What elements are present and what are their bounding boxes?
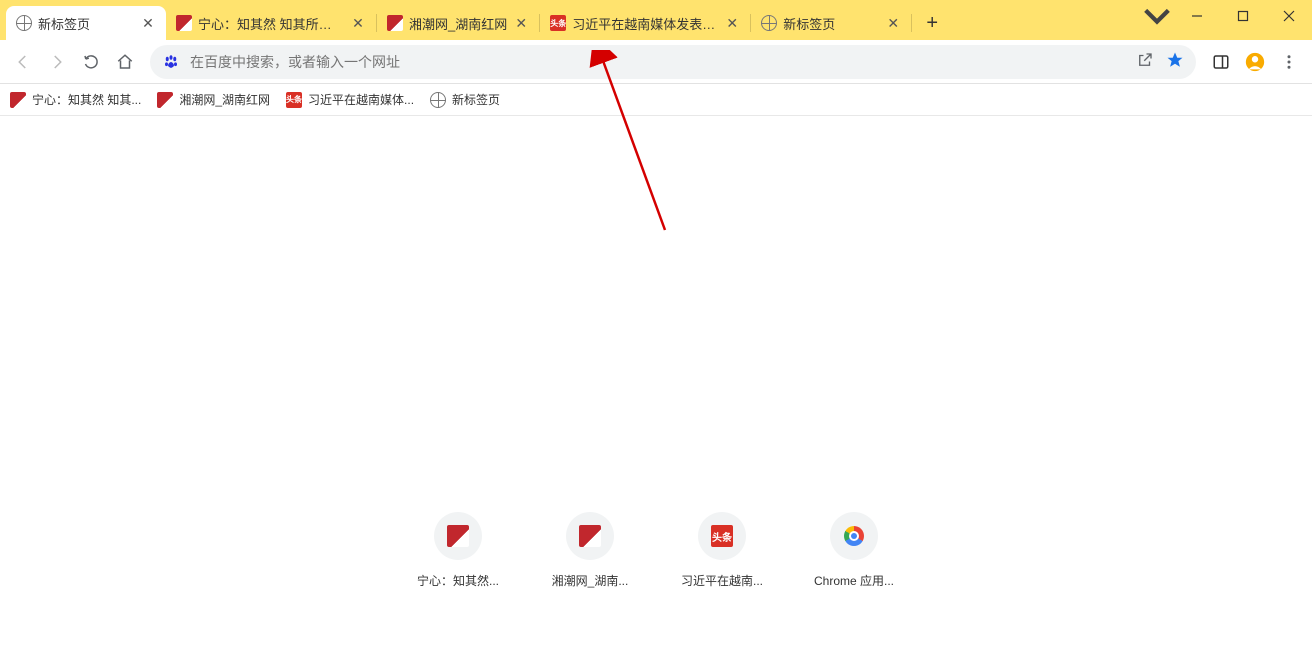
site-icon: 头条 — [710, 524, 734, 548]
bookmark-item[interactable]: 新标签页 — [430, 91, 500, 108]
globe-icon — [16, 15, 32, 31]
address-bar[interactable] — [150, 45, 1196, 79]
shortcut-item[interactable]: 湘潮网_湖南... — [545, 512, 635, 589]
globe-icon — [761, 15, 777, 31]
bookmark-label: 习近平在越南媒体... — [308, 91, 414, 108]
tab-title: 习近平在越南媒体发表署名 — [572, 14, 718, 33]
home-icon — [116, 53, 134, 71]
omnibox-actions — [1136, 51, 1184, 72]
window-controls — [1140, 0, 1312, 40]
shortcut-label: Chrome 应用... — [814, 572, 894, 589]
maximize-icon — [1237, 10, 1249, 22]
back-button[interactable] — [8, 47, 38, 77]
shortcut-item[interactable]: 头条 习近平在越南... — [677, 512, 767, 589]
tab-3[interactable]: 头条 习近平在越南媒体发表署名 ✕ — [540, 6, 750, 40]
bookmark-label: 湘潮网_湖南红网 — [179, 91, 270, 108]
site-icon: 头条 — [286, 92, 302, 108]
tab-1[interactable]: 宁心：知其然 知其所以然 ✕ — [166, 6, 376, 40]
forward-button[interactable] — [42, 47, 72, 77]
side-panel-button[interactable] — [1206, 47, 1236, 77]
tab-title: 新标签页 — [783, 14, 879, 33]
close-icon — [1283, 10, 1295, 22]
ntp-shortcuts: 宁心：知其然... 湘潮网_湖南... 头条 习近平在越南... Chrome … — [0, 512, 1312, 589]
site-icon: 头条 — [550, 15, 566, 31]
tab-title: 新标签页 — [38, 14, 134, 33]
close-icon[interactable]: ✕ — [885, 15, 901, 31]
back-icon — [14, 53, 32, 71]
shortcut-item[interactable]: 宁心：知其然... — [413, 512, 503, 589]
menu-button[interactable] — [1274, 47, 1304, 77]
shortcut-label: 习近平在越南... — [681, 572, 763, 589]
home-button[interactable] — [110, 47, 140, 77]
site-icon — [578, 524, 602, 548]
shortcut-label: 湘潮网_湖南... — [552, 572, 629, 589]
bookmark-label: 宁心：知其然 知其... — [32, 91, 141, 108]
chrome-icon — [842, 524, 866, 548]
shortcut-label: 宁心：知其然... — [417, 572, 499, 589]
globe-icon — [430, 92, 446, 108]
address-input[interactable] — [190, 54, 1126, 70]
close-icon[interactable]: ✕ — [350, 15, 366, 31]
minimize-button[interactable] — [1174, 2, 1220, 30]
bookmark-item[interactable]: 头条 习近平在越南媒体... — [286, 91, 414, 108]
reload-button[interactable] — [76, 47, 106, 77]
tab-search-button[interactable] — [1140, 2, 1174, 30]
shortcut-item[interactable]: Chrome 应用... — [809, 512, 899, 589]
maximize-button[interactable] — [1220, 2, 1266, 30]
profile-button[interactable] — [1240, 47, 1270, 77]
tab-title: 湘潮网_湖南红网 — [409, 14, 507, 33]
tab-2[interactable]: 湘潮网_湖南红网 ✕ — [377, 6, 539, 40]
new-tab-button[interactable]: + — [918, 9, 946, 37]
kebab-icon — [1280, 53, 1298, 71]
panel-icon — [1212, 53, 1230, 71]
site-icon — [387, 15, 403, 31]
close-window-button[interactable] — [1266, 2, 1312, 30]
tab-bar: 新标签页 ✕ 宁心：知其然 知其所以然 ✕ 湘潮网_湖南红网 ✕ 头条 习近平在… — [0, 0, 1312, 40]
tabs-container: 新标签页 ✕ 宁心：知其然 知其所以然 ✕ 湘潮网_湖南红网 ✕ 头条 习近平在… — [6, 6, 1140, 40]
bookmark-star-icon[interactable] — [1166, 51, 1184, 72]
profile-icon — [1244, 51, 1266, 73]
bookmark-item[interactable]: 湘潮网_湖南红网 — [157, 91, 270, 108]
search-engine-icon — [162, 53, 180, 71]
close-icon[interactable]: ✕ — [513, 15, 529, 31]
site-icon — [10, 92, 26, 108]
close-icon[interactable]: ✕ — [140, 15, 156, 31]
tab-0[interactable]: 新标签页 ✕ — [6, 6, 166, 40]
bookmark-item[interactable]: 宁心：知其然 知其... — [10, 91, 141, 108]
toolbar — [0, 40, 1312, 84]
forward-icon — [48, 53, 66, 71]
site-icon — [176, 15, 192, 31]
reload-icon — [82, 53, 100, 71]
page-content: 宁心：知其然... 湘潮网_湖南... 头条 习近平在越南... Chrome … — [0, 116, 1312, 666]
bookmark-bar: 宁心：知其然 知其... 湘潮网_湖南红网 头条 习近平在越南媒体... 新标签… — [0, 84, 1312, 116]
site-icon — [157, 92, 173, 108]
close-icon[interactable]: ✕ — [724, 15, 740, 31]
tab-4[interactable]: 新标签页 ✕ — [751, 6, 911, 40]
tab-separator — [911, 14, 912, 32]
share-icon[interactable] — [1136, 51, 1154, 72]
tab-title: 宁心：知其然 知其所以然 — [198, 14, 344, 33]
bookmark-label: 新标签页 — [452, 91, 500, 108]
minimize-icon — [1191, 10, 1203, 22]
site-icon — [446, 524, 470, 548]
